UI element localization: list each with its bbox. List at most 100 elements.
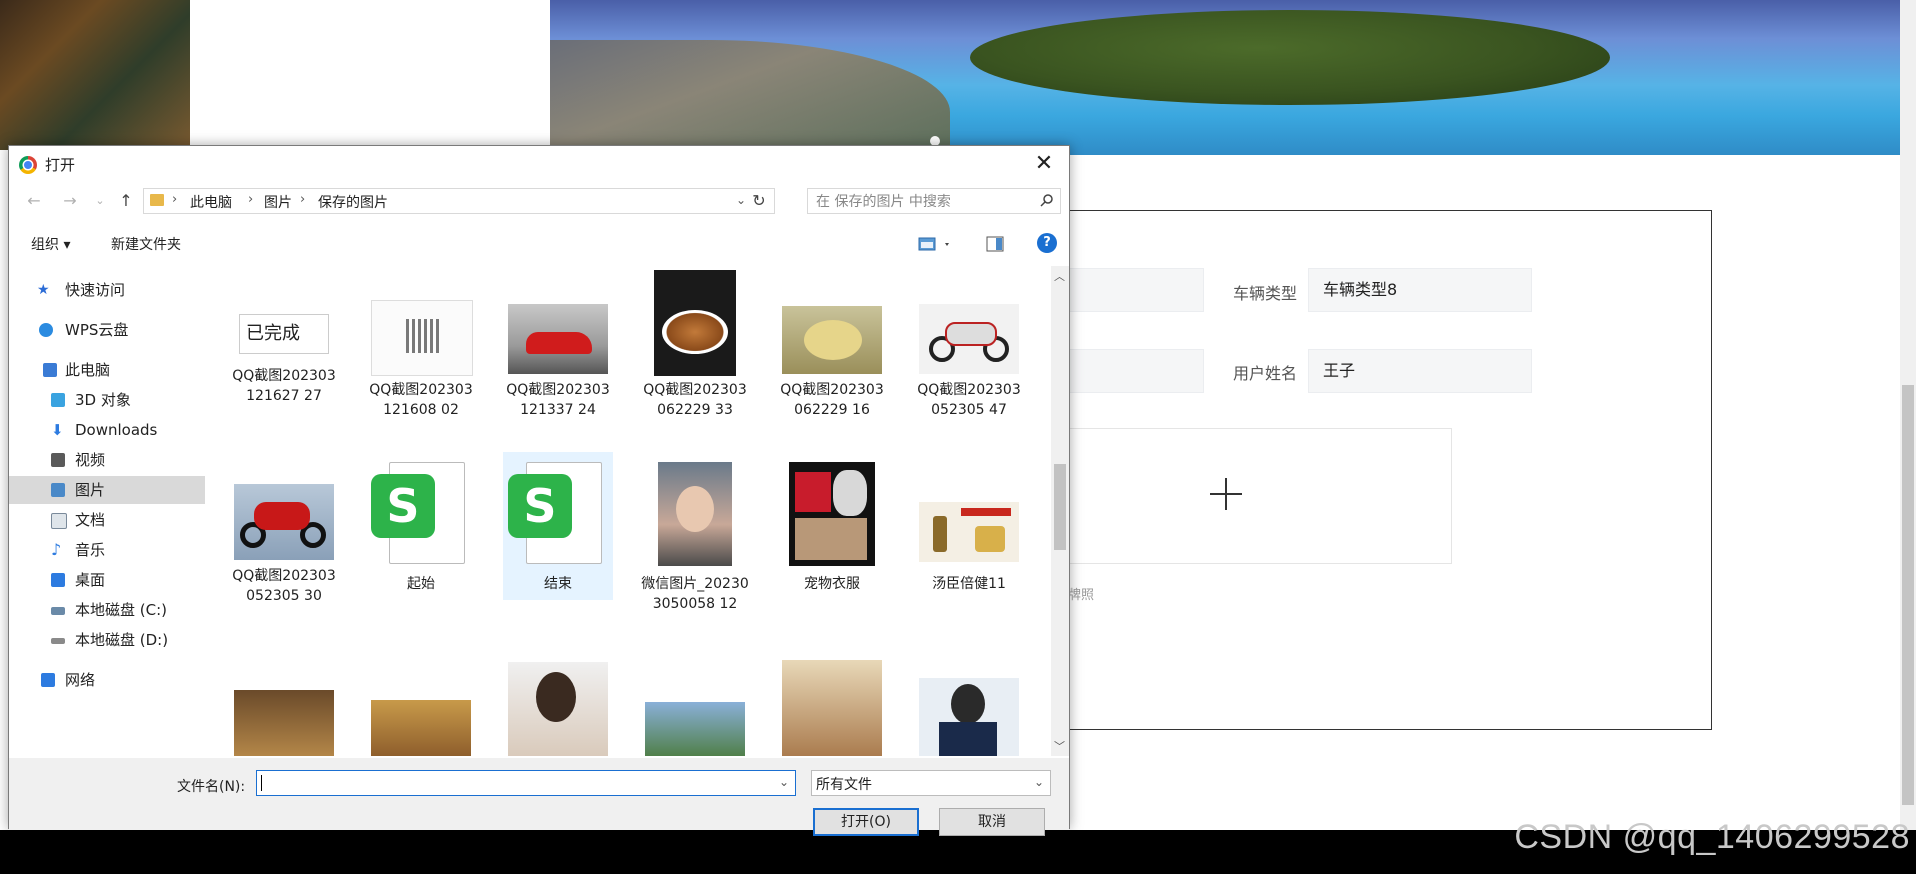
view-options-icon[interactable] [917,234,953,254]
video-icon [51,453,65,467]
search-input[interactable] [808,189,1038,215]
background-photo-left [0,0,190,150]
nav-item-videos[interactable]: 视频 [9,446,205,474]
upload-hint: 牌照 [1068,588,1095,603]
breadcrumb-separator[interactable]: › [172,192,177,207]
chevron-down-icon[interactable]: ⌄ [736,193,746,207]
nav-item-label: 图片 [75,481,106,499]
back-arrow-icon[interactable]: ← [23,190,45,212]
file-item[interactable]: QQ截图202303062229 33 [640,270,750,442]
file-list-scrollbar-thumb[interactable] [1054,464,1066,550]
file-item[interactable]: 宠物衣服 [777,456,887,628]
dialog-titlebar[interactable]: 打开 ✕ [9,146,1069,182]
file-name: 结束 [544,576,572,592]
file-item[interactable] [229,644,339,756]
nav-item-downloads[interactable]: ⬇ Downloads [9,416,205,444]
chevron-down-icon[interactable]: ⌄ [1034,775,1044,789]
desktop-icon [51,573,65,587]
file-list-scrollbar[interactable]: ︿ ﹀ [1051,266,1069,756]
nav-item-3d-objects[interactable]: 3D 对象 [9,386,205,414]
cube-icon [51,393,65,407]
file-item[interactable] [366,644,476,756]
nav-item-label: 音乐 [75,541,106,559]
filename-input[interactable]: ⌄ [256,770,796,796]
file-item[interactable] [640,644,750,756]
nav-item-this-pc[interactable]: 此电脑 [9,356,205,384]
form-field-2[interactable] [1060,349,1204,393]
vehicle-type-field[interactable]: 车辆类型8 [1308,268,1532,312]
nav-item-desktop[interactable]: 桌面 [9,566,205,594]
nav-item-drive-c[interactable]: 本地磁盘 (C:) [9,596,205,624]
motorbike-icon [945,322,997,346]
organize-menu[interactable]: 组织 ▾ [31,234,70,254]
up-arrow-icon[interactable]: ↑ [115,190,137,212]
user-name-label: 用户姓名 [1233,364,1298,383]
file-item[interactable]: QQ截图202303121608 02 [366,270,476,442]
breadcrumb-pictures[interactable]: 图片 [264,192,292,212]
watermark: CSDN @qq_1406299528 [1514,818,1910,856]
text-caret [261,775,262,791]
image-upload-box[interactable] [1050,428,1452,564]
breadcrumb-separator[interactable]: › [248,192,253,207]
breadcrumb-this-pc[interactable]: 此电脑 [190,192,232,212]
new-folder-button[interactable]: 新建文件夹 [111,234,181,254]
nav-item-label: Downloads [75,421,158,439]
nav-item-quick-access[interactable]: ★ 快速访问 [9,276,205,304]
nav-item-label: WPS云盘 [65,321,129,339]
refresh-icon[interactable]: ↻ [748,190,770,212]
file-item[interactable]: S 结束 [503,452,613,600]
file-item[interactable]: QQ截图202303052305 47 [914,270,1024,442]
file-item[interactable]: 汤臣倍健11 [914,456,1024,628]
file-name: QQ截图202303052305 30 [232,568,336,604]
forward-arrow-icon[interactable]: → [59,190,81,212]
wps-icon: S [371,474,435,538]
file-item[interactable]: S 起始 [366,456,476,628]
help-icon[interactable]: ? [1037,233,1057,253]
preview-pane-icon[interactable] [985,234,1005,254]
file-thumbnail [508,304,608,374]
file-item[interactable]: QQ截图202303062229 16 [777,270,887,442]
file-item[interactable]: 微信图片_202303050058 12 [640,456,750,628]
file-item[interactable] [914,644,1024,756]
nav-item-label: 桌面 [75,571,106,589]
breadcrumb-separator[interactable]: › [300,192,305,207]
folder-icon [150,194,164,206]
network-icon [41,673,55,687]
file-name: 汤臣倍健11 [932,576,1006,592]
file-thumbnail [645,702,745,756]
star-icon: ★ [37,282,50,298]
scroll-down-icon[interactable]: ﹀ [1054,738,1065,754]
page-scrollbar-thumb[interactable] [1902,385,1914,805]
breadcrumb-saved-pictures[interactable]: 保存的图片 [318,192,388,212]
file-type-select[interactable]: 所有文件 ⌄ [811,770,1051,796]
file-item[interactable]: 已完成 QQ截图202303121627 27 [229,270,339,442]
open-button[interactable]: 打开(O) [813,808,919,836]
nav-item-documents[interactable]: 文档 [9,506,205,534]
picture-icon [51,483,65,497]
nav-item-music[interactable]: ♪ 音乐 [9,536,205,564]
chevron-down-icon[interactable]: ⌄ [779,775,789,789]
nav-item-network[interactable]: 网络 [9,666,205,694]
nav-item-pictures[interactable]: 图片 [9,476,205,504]
nav-item-label: 网络 [65,671,96,689]
nav-item-wps-cloud[interactable]: WPS云盘 [9,316,205,344]
form-field-1[interactable] [1060,268,1204,312]
recent-locations-icon[interactable]: ⌄ [89,190,111,212]
file-item[interactable]: QQ截图202303121337 24 [503,270,613,442]
chicken-dish-icon [804,320,862,360]
file-thumbnail [782,306,882,374]
file-item[interactable]: QQ截图202303052305 30 [229,456,339,628]
scroll-up-icon[interactable]: ︿ [1054,268,1065,284]
user-name-field[interactable]: 王子 [1308,349,1532,393]
file-item[interactable] [503,644,613,756]
close-button[interactable]: ✕ [1027,148,1061,180]
file-name: 宠物衣服 [804,576,860,592]
plus-icon[interactable] [1210,478,1242,510]
search-icon[interactable] [1040,193,1054,207]
file-item[interactable] [777,644,887,756]
cancel-button[interactable]: 取消 [939,808,1045,836]
nav-item-drive-d[interactable]: 本地磁盘 (D:) [9,626,205,654]
file-thumbnail [234,690,334,756]
breadcrumb[interactable]: › 此电脑 › 图片 › 保存的图片 ⌄ ↻ [143,188,775,214]
computer-icon [43,363,57,377]
